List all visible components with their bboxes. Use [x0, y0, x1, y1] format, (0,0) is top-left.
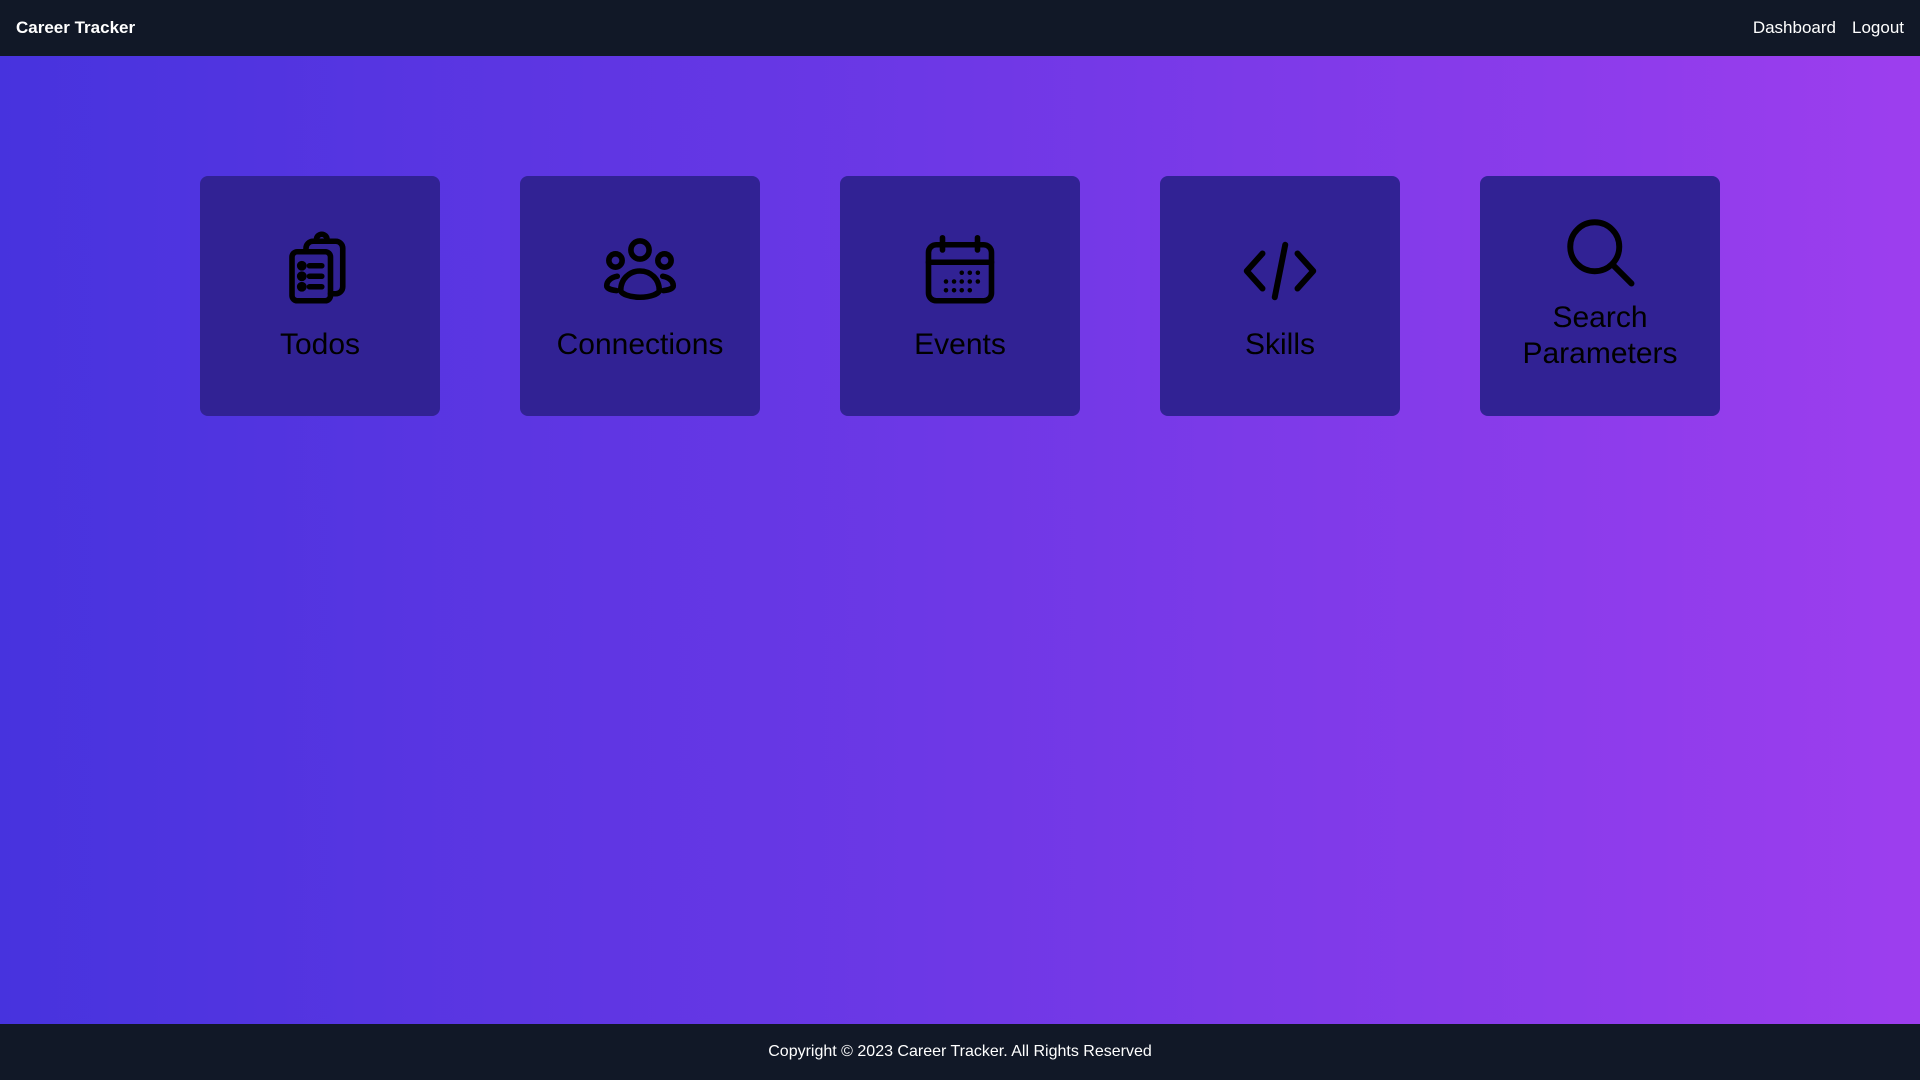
page-footer: Copyright © 2023 Career Tracker. All Rig…	[0, 1024, 1920, 1080]
todos-card[interactable]: Todos	[200, 176, 440, 416]
code-icon	[1238, 229, 1322, 313]
events-card[interactable]: Events	[840, 176, 1080, 416]
todos-card-title: Todos	[279, 328, 361, 361]
copyright-text: Copyright © 2023 Career Tracker. All Rig…	[768, 1043, 1152, 1060]
events-card-title: Events	[914, 328, 1006, 361]
connections-card-title: Connections	[556, 328, 724, 361]
connections-card[interactable]: Connections	[520, 176, 760, 416]
skills-card[interactable]: Skills	[1160, 176, 1400, 416]
dashboard-main: Todos Connections Events Skills Search P…	[0, 56, 1920, 1024]
brand-link[interactable]: Career Tracker	[16, 18, 135, 38]
search-parameters-card-title: Search Parameters	[1522, 301, 1678, 370]
user-group-icon	[598, 229, 682, 313]
nav-links: Dashboard Logout	[1753, 18, 1904, 38]
nav-logout-link[interactable]: Logout	[1852, 18, 1904, 38]
nav-dashboard-link[interactable]: Dashboard	[1753, 18, 1836, 38]
clipboard-list-icon	[278, 229, 362, 313]
card-grid: Todos Connections Events Skills Search P…	[200, 176, 1720, 416]
skills-card-title: Skills	[1244, 328, 1315, 361]
calendar-icon	[918, 229, 1002, 313]
top-navbar: Career Tracker Dashboard Logout	[0, 0, 1920, 56]
search-parameters-card[interactable]: Search Parameters	[1480, 176, 1720, 416]
search-icon	[1558, 210, 1642, 294]
